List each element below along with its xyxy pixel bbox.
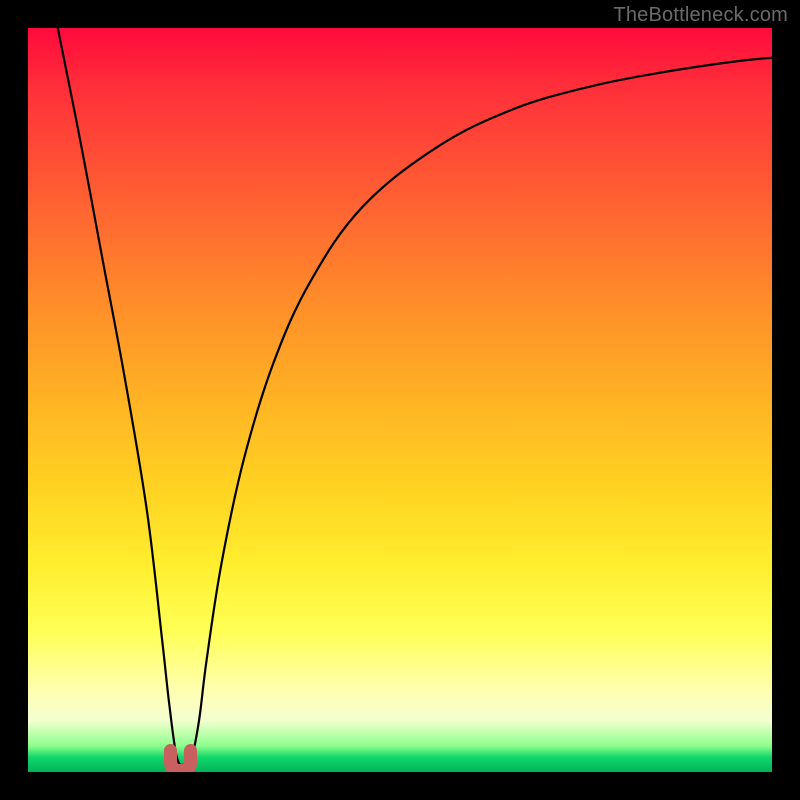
min-marker-icon [171, 751, 191, 771]
chart-container: TheBottleneck.com [0, 0, 800, 800]
attribution-label: TheBottleneck.com [613, 4, 788, 27]
curve-layer [28, 28, 772, 772]
bottleneck-curve [58, 28, 772, 765]
plot-area [28, 28, 772, 772]
